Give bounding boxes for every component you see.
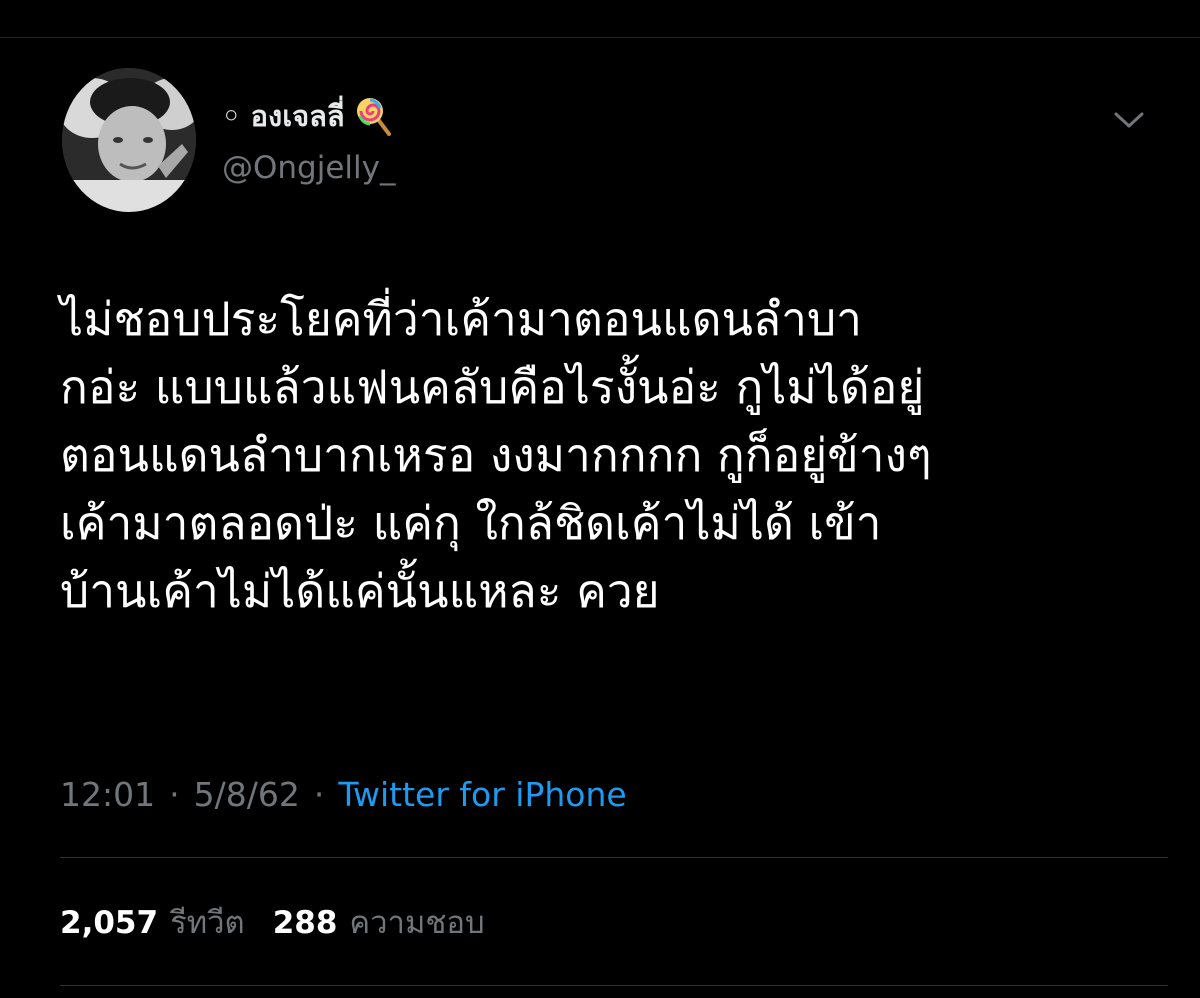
avatar-photo bbox=[62, 68, 196, 212]
likes-label: ความชอบ bbox=[349, 905, 485, 941]
lollipop-icon bbox=[355, 96, 393, 136]
user-name-row[interactable]: ◦ องเจลลี่ bbox=[222, 96, 393, 136]
tweet-line: ตอนแดนลำบากเหรอ งงมากกกก กูก็อยู่ข้างๆ bbox=[60, 428, 932, 482]
avatar[interactable] bbox=[62, 68, 196, 212]
tweet-stats: 2,057 รีทวีต 288 ความชอบ bbox=[60, 898, 485, 946]
likes-stat[interactable]: 288 ความชอบ bbox=[273, 897, 485, 947]
top-divider bbox=[0, 37, 1200, 38]
tweet-line: เค้ามาตลอดป่ะ แค่กุ ใกล้ชิดเค้าไม่ได้ เข… bbox=[60, 496, 882, 550]
retweets-stat[interactable]: 2,057 รีทวีต bbox=[60, 897, 245, 947]
tweet-meta: 12:01 · 5/8/62 · Twitter for iPhone bbox=[60, 770, 627, 818]
tweet-source-link[interactable]: Twitter for iPhone bbox=[338, 775, 626, 814]
tweet-time[interactable]: 12:01 bbox=[60, 775, 155, 814]
tweet-text: ไม่ชอบประโยคที่ว่าเค้ามาตอนแดนลำบา กอ่ะ … bbox=[60, 285, 1140, 625]
bottom-divider bbox=[60, 985, 1168, 986]
tweet-line: บ้านเค้าไม่ได้แค่นั้นแหละ ควย bbox=[60, 564, 660, 618]
display-name[interactable]: ◦ องเจลลี่ bbox=[222, 93, 345, 139]
likes-count: 288 bbox=[272, 905, 338, 941]
tweet-line: กอ่ะ แบบแล้วแฟนคลับคือไรงั้นอ่ะ กูไม่ได้… bbox=[60, 360, 925, 414]
stats-divider bbox=[60, 857, 1168, 858]
tweet-line: ไม่ชอบประโยคที่ว่าเค้ามาตอนแดนลำบา bbox=[60, 292, 862, 346]
meta-separator: · bbox=[169, 774, 180, 814]
user-handle[interactable]: @Ongjelly_ bbox=[222, 150, 395, 186]
retweets-count: 2,057 bbox=[60, 905, 159, 941]
chevron-down-icon[interactable] bbox=[1112, 108, 1146, 132]
retweets-label: รีทวีต bbox=[170, 905, 245, 941]
meta-separator: · bbox=[313, 774, 325, 814]
tweet-date[interactable]: 5/8/62 bbox=[194, 775, 300, 814]
